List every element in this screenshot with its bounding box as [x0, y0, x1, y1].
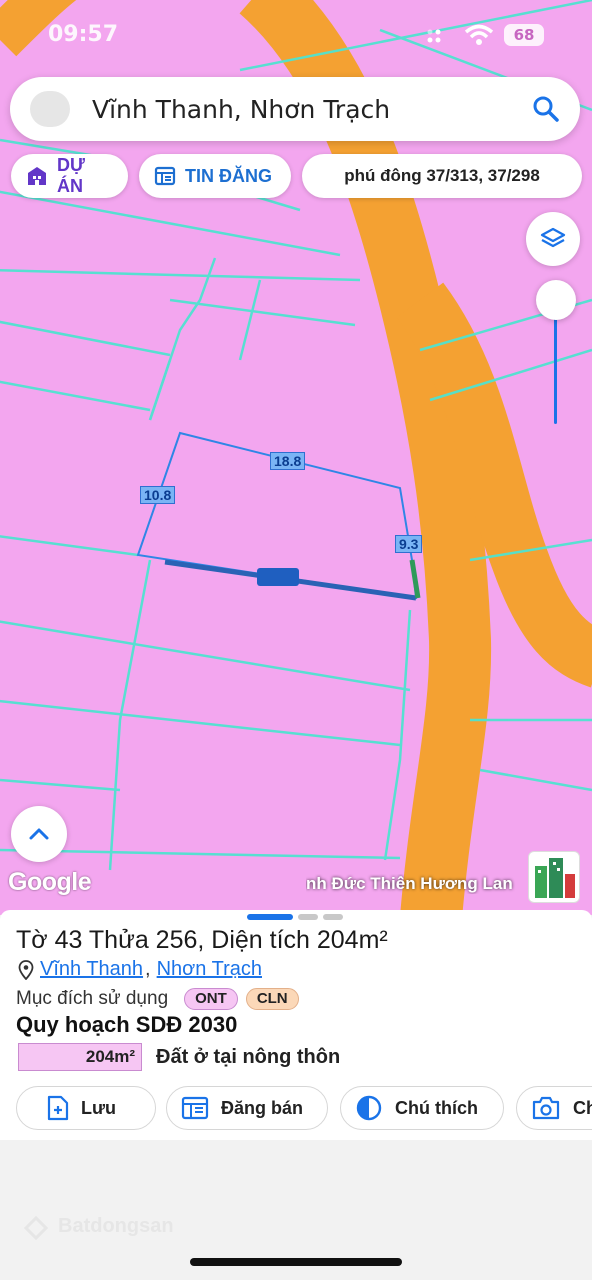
opacity-slider-knob[interactable]: [536, 280, 576, 320]
capture-button[interactable]: Ch: [516, 1086, 592, 1130]
layers-icon: [540, 227, 566, 248]
watermark-text: Batdongsan: [58, 1214, 174, 1237]
opacity-slider-track[interactable]: [554, 312, 557, 424]
page-dot[interactable]: [298, 914, 318, 920]
contrast-icon: [356, 1095, 382, 1121]
google-logo: Google: [8, 868, 92, 896]
listing-chip-label: TIN ĐĂNG: [185, 165, 272, 186]
building-icon: [28, 167, 46, 185]
parcel-info-sheet: Tờ 43 Thửa 256, Diện tích 204m² Vĩnh Tha…: [0, 910, 592, 1140]
post-sale-button[interactable]: Đăng bán: [166, 1086, 328, 1130]
location-pin-icon: [18, 959, 34, 980]
plan-row: 204m² Đất ở tại nông thôn: [18, 1043, 340, 1071]
capture-label: Ch: [573, 1097, 592, 1118]
plan-area: 204m²: [18, 1043, 142, 1071]
legend-button[interactable]: Chú thích: [340, 1086, 504, 1130]
partner-logo[interactable]: [528, 851, 580, 903]
status-bar: 09:57 68: [0, 18, 592, 52]
watermark-logo: [23, 1215, 49, 1240]
page-dot-active[interactable]: [247, 914, 293, 920]
clock: 09:57: [48, 22, 119, 47]
page-indicator[interactable]: [247, 914, 343, 920]
watermark: Batdongsan: [22, 1212, 174, 1240]
edge-label-left: 10.8: [140, 486, 176, 504]
address-separator: ,: [145, 958, 151, 980]
chevron-up-icon: [29, 828, 49, 840]
land-use-purpose: Mục đích sử dụng ONT CLN: [16, 988, 299, 1010]
project-chip-label: DỰ ÁN: [57, 155, 85, 196]
parcel-title: Tờ 43 Thửa 256, Diện tích 204m²: [16, 926, 388, 954]
signal-icon: [427, 29, 441, 43]
expand-button[interactable]: [11, 806, 67, 862]
listing-chip[interactable]: TIN ĐĂNG: [139, 154, 291, 198]
project-chip[interactable]: DỰ ÁN: [11, 154, 128, 198]
post-sale-label: Đăng bán: [221, 1097, 304, 1118]
camera-icon: [532, 1096, 560, 1120]
battery-indicator: 68: [504, 24, 544, 46]
purpose-badge-cln: CLN: [245, 988, 299, 1010]
screen: 18.8 10.8 9.3 09:57 68 Vĩnh Thanh, Nhơn …: [0, 0, 592, 1280]
avatar[interactable]: [30, 91, 70, 127]
parcel-filter-chip[interactable]: phú đông 37/313, 37/298: [302, 154, 582, 198]
wifi-icon: [464, 24, 494, 45]
parcel-address: Vĩnh Thanh, Nhơn Trạch: [18, 958, 262, 981]
purpose-label: Mục đích sử dụng: [16, 988, 169, 1009]
district-link[interactable]: Nhơn Trạch: [157, 958, 262, 981]
save-button[interactable]: Lưu: [16, 1086, 156, 1130]
edge-label-right: 9.3: [395, 535, 423, 553]
map-attribution: nh Đức Thiên Hương Lan: [306, 874, 513, 893]
listing-icon: [154, 166, 176, 186]
legend-label: Chú thích: [395, 1097, 478, 1118]
parcel-filter-label: phú đông 37/313, 37/298: [344, 166, 540, 185]
action-bar: Lưu Đăng bán Chú thích Ch: [16, 1086, 592, 1130]
plan-title: Quy hoạch SDĐ 2030: [16, 1012, 238, 1037]
edge-label-top: 18.8: [270, 452, 306, 470]
add-file-icon: [47, 1095, 69, 1121]
home-indicator[interactable]: [190, 1258, 402, 1266]
listing-icon: [181, 1096, 209, 1120]
plan-type: Đất ở tại nông thôn: [156, 1045, 341, 1068]
commune-link[interactable]: Vĩnh Thanh: [40, 958, 143, 981]
search-bar[interactable]: Vĩnh Thanh, Nhơn Trạch: [10, 77, 580, 141]
page-dot[interactable]: [323, 914, 343, 920]
partner-logo-icon: [535, 858, 575, 898]
purpose-badge-ont: ONT: [184, 988, 238, 1010]
search-icon[interactable]: [530, 93, 562, 125]
layers-button[interactable]: [526, 212, 580, 266]
search-query[interactable]: Vĩnh Thanh, Nhơn Trạch: [92, 95, 390, 124]
save-label: Lưu: [81, 1097, 117, 1118]
